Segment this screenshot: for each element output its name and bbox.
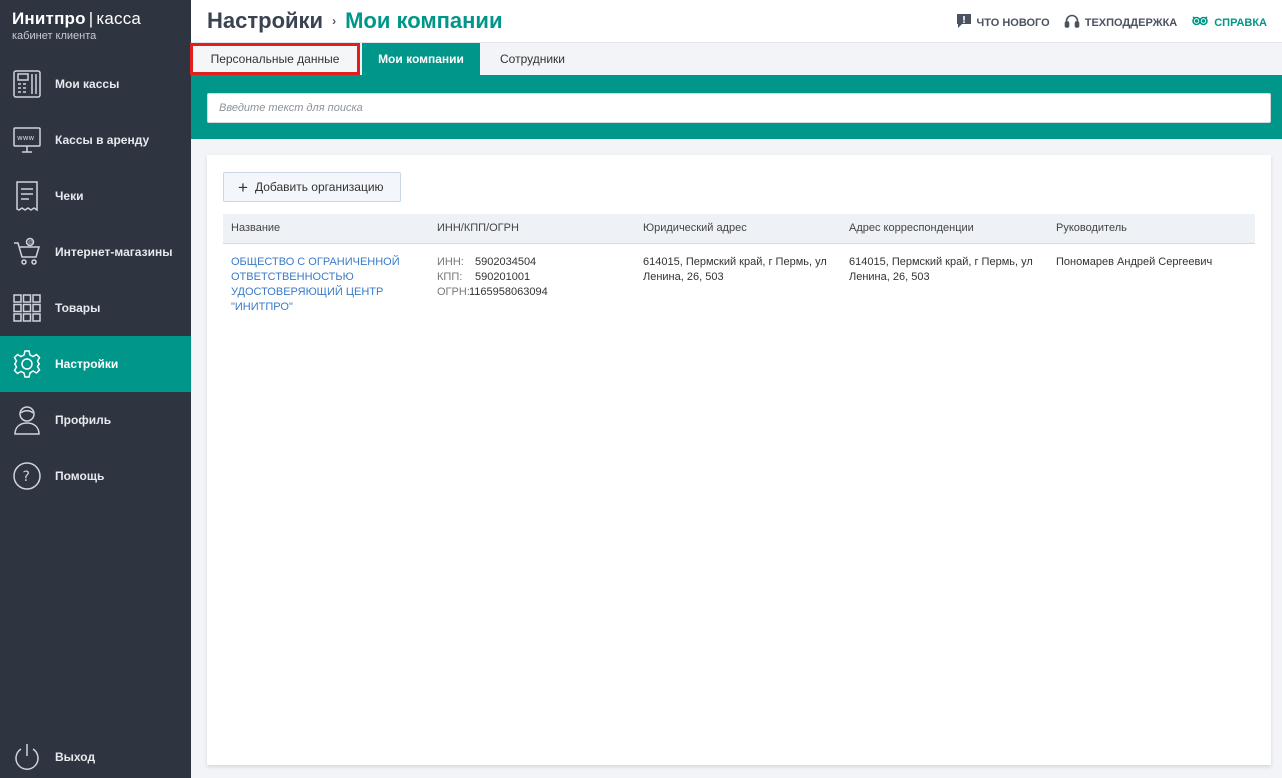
support-link[interactable]: ТЕХПОДДЕРЖКА <box>1064 13 1178 32</box>
www-monitor-icon: www <box>11 124 43 156</box>
company-name-link[interactable]: ОБЩЕСТВО С ОГРАНИЧЕННОЙ ОТВЕТСТВЕННОСТЬЮ… <box>231 255 411 315</box>
inn-value: 5902034504 <box>475 256 537 268</box>
sidebar-item-receipts[interactable]: Чеки <box>0 168 191 224</box>
search-input[interactable] <box>207 93 1271 123</box>
brand-subtitle: кабинет клиента <box>12 30 97 42</box>
whats-new-link[interactable]: ЧТО НОВОГО <box>956 13 1050 32</box>
column-header-legal-address[interactable]: Юридический адрес <box>643 222 747 234</box>
breadcrumb-separator-icon: › <box>332 14 337 28</box>
tab-personal-data[interactable]: Персональные данные <box>190 43 360 75</box>
support-label: ТЕХПОДДЕРЖКА <box>1084 16 1178 29</box>
sidebar-item-label: Мои кассы <box>55 77 120 91</box>
tab-employees[interactable]: Сотрудники <box>480 43 585 75</box>
brand-title: Инитпро | касса <box>12 9 141 29</box>
column-header-codes[interactable]: ИНН/КПП/ОГРН <box>437 222 519 234</box>
legal-address: 614015, Пермский край, г Пермь, ул Ленин… <box>643 256 827 283</box>
sidebar-item-settings[interactable]: Настройки <box>0 336 191 392</box>
kpp-value: 590201001 <box>475 271 531 283</box>
svg-text:@: @ <box>28 240 33 246</box>
top-header: Настройки › Мои компании ЧТО НОВОГО ТЕХП… <box>191 0 1282 43</box>
user-icon <box>11 404 43 436</box>
add-organization-label: Добавить организацию <box>254 180 384 194</box>
tab-my-companies[interactable]: Мои компании <box>362 43 480 75</box>
breadcrumb-root[interactable]: Настройки <box>207 8 323 34</box>
sidebar: Инитпро | касса кабинет клиента Мои кассы … <box>0 0 191 778</box>
ogrn-label: ОГРН: <box>437 286 470 298</box>
sidebar-item-label: Чеки <box>55 189 84 203</box>
help-icon: ? <box>11 460 43 492</box>
companies-card: + Добавить организацию Название ИНН/КПП/… <box>207 155 1271 765</box>
director-name: Пономарев Андрей Сергеевич <box>1056 256 1213 268</box>
column-header-postal-address[interactable]: Адрес корреспонденции <box>849 222 974 234</box>
sidebar-item-label: Профиль <box>55 413 112 427</box>
sidebar-item-label: Интернет-магазины <box>55 245 173 259</box>
company-codes: ИНН: 5902034504 КПП: 590201001 ОГРН:116595… <box>437 255 548 300</box>
whats-new-label: ЧТО НОВОГО <box>976 16 1050 29</box>
add-organization-button[interactable]: + Добавить организацию <box>223 172 401 202</box>
svg-text:www: www <box>17 134 34 142</box>
owl-icon <box>1191 13 1209 32</box>
news-icon <box>956 13 972 32</box>
breadcrumb: Настройки › Мои компании <box>207 8 502 34</box>
sidebar-item-label: Товары <box>55 301 101 315</box>
sidebar-item-profile[interactable]: Профиль <box>0 392 191 448</box>
sidebar-item-goods[interactable]: Товары <box>0 280 191 336</box>
sidebar-item-my-cash-registers[interactable]: Мои кассы <box>0 56 191 112</box>
help-reference-link[interactable]: СПРАВКА <box>1191 13 1267 32</box>
sidebar-item-label: Настройки <box>55 357 119 371</box>
column-header-name[interactable]: Название <box>231 222 280 234</box>
sidebar-item-help[interactable]: ? Помощь <box>0 448 191 504</box>
power-icon <box>11 741 43 773</box>
table-header: Название ИНН/КПП/ОГРН Юридический адрес … <box>223 214 1255 244</box>
sidebar-item-online-stores[interactable]: @ Интернет-магазины <box>0 224 191 280</box>
page-title: Мои компании <box>345 8 503 33</box>
help-reference-label: СПРАВКА <box>1214 16 1267 29</box>
header-links: ЧТО НОВОГО ТЕХПОДДЕРЖКА СПРАВКА <box>956 13 1267 32</box>
companies-table: Название ИНН/КПП/ОГРН Юридический адрес … <box>223 214 1255 322</box>
receipt-icon <box>11 180 43 212</box>
kpp-label: КПП: <box>437 271 463 283</box>
sidebar-item-label: Кассы в аренду <box>55 133 150 147</box>
sidebar-item-rental-registers[interactable]: www Кассы в аренду <box>0 112 191 168</box>
ogrn-value: 1165958063094 <box>469 286 548 298</box>
brand-name-bold: Инитпро <box>12 9 86 28</box>
inn-label: ИНН: <box>437 256 464 268</box>
logout-button[interactable]: Выход <box>0 729 191 778</box>
search-bar <box>191 75 1282 139</box>
sidebar-item-label: Помощь <box>55 469 105 483</box>
svg-text:?: ? <box>23 469 30 485</box>
plus-icon: + <box>238 177 248 197</box>
brand-separator: | <box>88 9 94 28</box>
headset-icon <box>1064 13 1080 32</box>
grid-icon <box>11 292 43 324</box>
brand-name-light: касса <box>96 9 142 28</box>
logout-label: Выход <box>55 750 96 764</box>
settings-tabs: Персональные данные Мои компании Сотрудн… <box>190 43 1282 75</box>
column-header-director[interactable]: Руководитель <box>1056 222 1127 234</box>
cash-register-icon <box>11 68 43 100</box>
cart-icon: @ <box>11 236 43 268</box>
gear-icon <box>11 348 43 380</box>
brand-logo[interactable]: Инитпро | касса кабинет клиента <box>12 9 141 42</box>
postal-address: 614015, Пермский край, г Пермь, ул Ленин… <box>849 256 1033 283</box>
table-row[interactable]: ОБЩЕСТВО С ОГРАНИЧЕННОЙ ОТВЕТСТВЕННОСТЬЮ… <box>223 244 1255 322</box>
